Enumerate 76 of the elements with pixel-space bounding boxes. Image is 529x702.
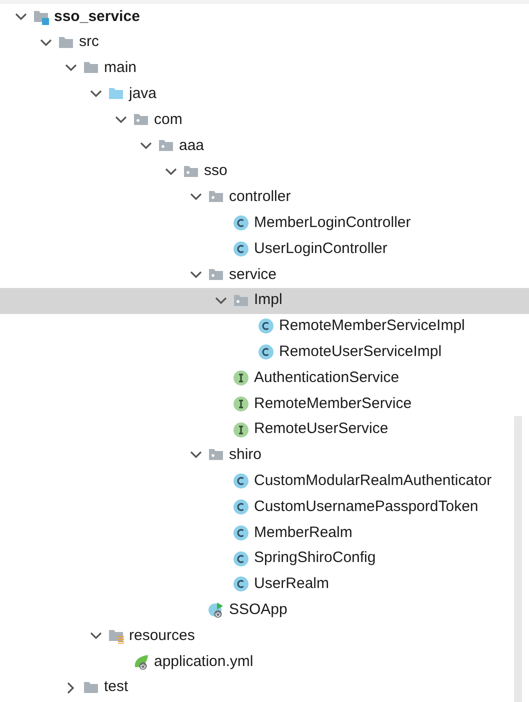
spring-app-icon (208, 602, 224, 618)
interface-icon (233, 396, 249, 412)
node-label: application.yml (154, 652, 254, 672)
tree-row[interactable]: MemberRealm (0, 520, 529, 546)
tree-row[interactable]: service (0, 262, 529, 288)
interface-icon (233, 422, 249, 438)
tree-row[interactable]: sso_service (0, 4, 529, 30)
tree-row[interactable]: SpringShiroConfig (0, 546, 529, 572)
tree-row[interactable]: controller (0, 184, 529, 210)
class-icon (233, 215, 249, 232)
class-icon (233, 550, 249, 567)
node-label: sso (204, 161, 228, 182)
node-label: resources (129, 626, 195, 646)
folder-icon (58, 34, 74, 51)
interface-icon (233, 370, 249, 386)
package-folder-icon (183, 164, 199, 180)
tree-row[interactable]: sso (0, 158, 529, 185)
node-label: service (229, 264, 277, 285)
node-label: SSOApp (229, 600, 288, 620)
tree-row[interactable]: RemoteMemberService (0, 390, 529, 417)
node-label: test (104, 677, 128, 698)
tree-row[interactable]: AuthenticationService (0, 365, 529, 391)
node-label: Impl (254, 290, 282, 310)
package-folder-icon (158, 138, 174, 154)
node-label: src (79, 32, 99, 52)
tree-row[interactable]: RemoteUserService (0, 416, 529, 443)
node-label: UserLoginController (254, 238, 388, 259)
node-label: sso_service (54, 6, 140, 27)
node-label: com (154, 110, 182, 130)
module-folder-icon (33, 8, 49, 25)
class-icon (233, 576, 249, 592)
class-icon (233, 473, 249, 490)
package-folder-icon (208, 266, 224, 283)
tree-row[interactable]: SSOApp (0, 597, 529, 624)
tree-row[interactable]: shiro (0, 442, 529, 468)
folder-icon (83, 680, 99, 696)
node-label: MemberLoginController (254, 213, 411, 234)
tree-row[interactable]: com (0, 107, 529, 133)
node-label: aaa (179, 136, 204, 156)
spring-config-icon (133, 654, 149, 670)
node-label: RemoteUserServiceImpl (279, 342, 442, 362)
node-label: UserRealm (254, 574, 330, 594)
tree-row[interactable]: UserRealm (0, 572, 529, 598)
tree-row[interactable]: MemberLoginController (0, 210, 529, 236)
package-folder-icon (233, 292, 249, 309)
tree-row[interactable]: java (0, 81, 529, 108)
tree-row[interactable]: main (0, 56, 529, 82)
class-icon (233, 499, 249, 516)
node-label: CustomUsernamePasspordToken (254, 496, 478, 517)
tree-row[interactable]: RemoteUserServiceImpl (0, 339, 529, 366)
node-label: SpringShiroConfig (254, 548, 376, 568)
tree-row[interactable]: test (0, 674, 529, 701)
class-icon (258, 344, 274, 360)
node-label: main (104, 58, 137, 78)
node-label: RemoteMemberServiceImpl (279, 316, 465, 336)
tree-row[interactable]: CustomModularRealmAuthenticator (0, 468, 529, 494)
class-icon (233, 241, 249, 258)
class-icon (258, 318, 274, 334)
node-label: RemoteUserService (254, 419, 388, 440)
tree-row[interactable]: CustomUsernamePasspordToken (0, 494, 529, 520)
selected-tree-row[interactable]: Impl (0, 288, 529, 314)
resources-folder-icon (108, 628, 124, 644)
tree-row[interactable]: aaa (0, 132, 529, 159)
tree-row[interactable]: UserLoginController (0, 236, 529, 262)
node-label: java (129, 84, 157, 104)
tree-row[interactable]: RemoteMemberServiceImpl (0, 314, 529, 340)
node-label: CustomModularRealmAuthenticator (254, 470, 492, 491)
node-label: shiro (229, 445, 262, 466)
node-label: RemoteMemberService (254, 394, 412, 414)
tree-row[interactable]: resources (0, 623, 529, 649)
class-icon (233, 524, 249, 541)
node-label: AuthenticationService (254, 368, 400, 388)
tree-row[interactable]: application.yml (0, 648, 529, 675)
node-label: MemberRealm (254, 522, 352, 543)
tree-row[interactable]: src (0, 30, 529, 56)
node-label: controller (229, 187, 291, 208)
